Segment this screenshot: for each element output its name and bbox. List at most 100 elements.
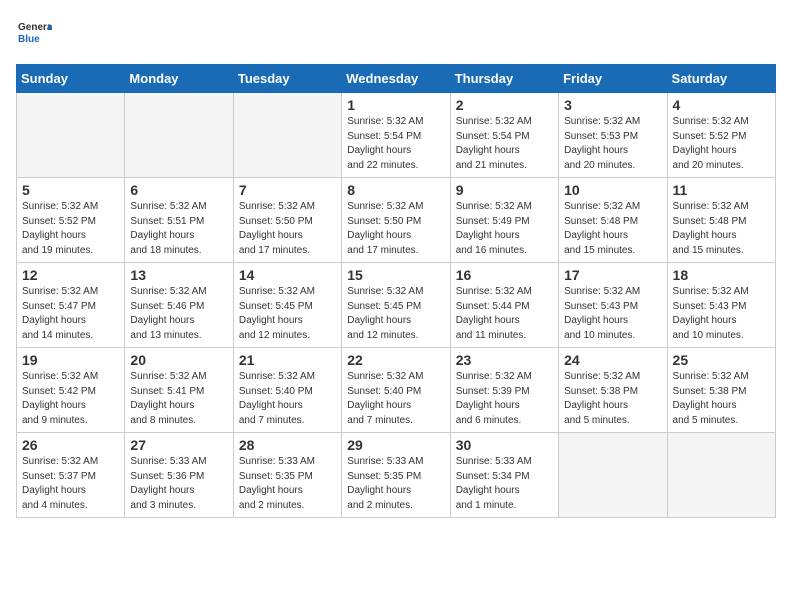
day-info: Sunrise: 5:32 AM Sunset: 5:40 PM Dayligh… (239, 370, 336, 428)
day-number: 14 (239, 267, 336, 283)
calendar-cell: 8 Sunrise: 5:32 AM Sunset: 5:50 PM Dayli… (342, 178, 450, 263)
calendar-cell: 17 Sunrise: 5:32 AM Sunset: 5:43 PM Dayl… (559, 263, 667, 348)
calendar-cell: 5 Sunrise: 5:32 AM Sunset: 5:52 PM Dayli… (17, 178, 125, 263)
calendar-cell: 13 Sunrise: 5:32 AM Sunset: 5:46 PM Dayl… (125, 263, 233, 348)
day-info: Sunrise: 5:32 AM Sunset: 5:47 PM Dayligh… (22, 285, 119, 343)
svg-text:General: General (18, 22, 52, 33)
day-info: Sunrise: 5:32 AM Sunset: 5:38 PM Dayligh… (673, 370, 770, 428)
day-info: Sunrise: 5:33 AM Sunset: 5:35 PM Dayligh… (239, 455, 336, 513)
day-number: 26 (22, 437, 119, 453)
calendar-cell: 28 Sunrise: 5:33 AM Sunset: 5:35 PM Dayl… (233, 433, 341, 518)
day-info: Sunrise: 5:32 AM Sunset: 5:40 PM Dayligh… (347, 370, 444, 428)
day-info: Sunrise: 5:32 AM Sunset: 5:49 PM Dayligh… (456, 200, 553, 258)
day-info: Sunrise: 5:32 AM Sunset: 5:52 PM Dayligh… (673, 115, 770, 173)
day-info: Sunrise: 5:33 AM Sunset: 5:34 PM Dayligh… (456, 455, 553, 513)
calendar-cell: 9 Sunrise: 5:32 AM Sunset: 5:49 PM Dayli… (450, 178, 558, 263)
column-header-friday: Friday (559, 65, 667, 93)
calendar-cell: 25 Sunrise: 5:32 AM Sunset: 5:38 PM Dayl… (667, 348, 775, 433)
calendar-cell: 6 Sunrise: 5:32 AM Sunset: 5:51 PM Dayli… (125, 178, 233, 263)
calendar-cell: 21 Sunrise: 5:32 AM Sunset: 5:40 PM Dayl… (233, 348, 341, 433)
calendar-cell: 10 Sunrise: 5:32 AM Sunset: 5:48 PM Dayl… (559, 178, 667, 263)
calendar-cell: 24 Sunrise: 5:32 AM Sunset: 5:38 PM Dayl… (559, 348, 667, 433)
day-info: Sunrise: 5:32 AM Sunset: 5:37 PM Dayligh… (22, 455, 119, 513)
calendar-cell (17, 93, 125, 178)
calendar-cell: 12 Sunrise: 5:32 AM Sunset: 5:47 PM Dayl… (17, 263, 125, 348)
day-number: 15 (347, 267, 444, 283)
day-info: Sunrise: 5:32 AM Sunset: 5:42 PM Dayligh… (22, 370, 119, 428)
day-number: 19 (22, 352, 119, 368)
day-info: Sunrise: 5:32 AM Sunset: 5:43 PM Dayligh… (564, 285, 661, 343)
calendar-cell: 4 Sunrise: 5:32 AM Sunset: 5:52 PM Dayli… (667, 93, 775, 178)
day-number: 23 (456, 352, 553, 368)
day-info: Sunrise: 5:32 AM Sunset: 5:52 PM Dayligh… (22, 200, 119, 258)
day-number: 12 (22, 267, 119, 283)
column-header-tuesday: Tuesday (233, 65, 341, 93)
day-info: Sunrise: 5:32 AM Sunset: 5:50 PM Dayligh… (239, 200, 336, 258)
calendar-week-row: 19 Sunrise: 5:32 AM Sunset: 5:42 PM Dayl… (17, 348, 776, 433)
calendar-cell: 23 Sunrise: 5:32 AM Sunset: 5:39 PM Dayl… (450, 348, 558, 433)
calendar-cell: 1 Sunrise: 5:32 AM Sunset: 5:54 PM Dayli… (342, 93, 450, 178)
calendar-week-row: 26 Sunrise: 5:32 AM Sunset: 5:37 PM Dayl… (17, 433, 776, 518)
day-number: 20 (130, 352, 227, 368)
day-number: 18 (673, 267, 770, 283)
calendar-cell: 18 Sunrise: 5:32 AM Sunset: 5:43 PM Dayl… (667, 263, 775, 348)
logo-svg: General Blue (16, 16, 52, 52)
calendar-cell: 29 Sunrise: 5:33 AM Sunset: 5:35 PM Dayl… (342, 433, 450, 518)
column-header-wednesday: Wednesday (342, 65, 450, 93)
day-number: 10 (564, 182, 661, 198)
day-info: Sunrise: 5:33 AM Sunset: 5:36 PM Dayligh… (130, 455, 227, 513)
day-info: Sunrise: 5:32 AM Sunset: 5:48 PM Dayligh… (673, 200, 770, 258)
day-number: 6 (130, 182, 227, 198)
day-number: 29 (347, 437, 444, 453)
day-info: Sunrise: 5:32 AM Sunset: 5:44 PM Dayligh… (456, 285, 553, 343)
day-number: 24 (564, 352, 661, 368)
calendar-cell: 3 Sunrise: 5:32 AM Sunset: 5:53 PM Dayli… (559, 93, 667, 178)
calendar-cell (125, 93, 233, 178)
day-info: Sunrise: 5:32 AM Sunset: 5:43 PM Dayligh… (673, 285, 770, 343)
day-number: 25 (673, 352, 770, 368)
column-header-sunday: Sunday (17, 65, 125, 93)
day-number: 9 (456, 182, 553, 198)
day-info: Sunrise: 5:32 AM Sunset: 5:38 PM Dayligh… (564, 370, 661, 428)
day-number: 4 (673, 97, 770, 113)
logo: General Blue (16, 16, 52, 52)
day-number: 1 (347, 97, 444, 113)
calendar-header-row: SundayMondayTuesdayWednesdayThursdayFrid… (17, 65, 776, 93)
day-info: Sunrise: 5:32 AM Sunset: 5:45 PM Dayligh… (239, 285, 336, 343)
calendar-cell: 7 Sunrise: 5:32 AM Sunset: 5:50 PM Dayli… (233, 178, 341, 263)
column-header-thursday: Thursday (450, 65, 558, 93)
day-number: 27 (130, 437, 227, 453)
day-number: 21 (239, 352, 336, 368)
day-info: Sunrise: 5:32 AM Sunset: 5:45 PM Dayligh… (347, 285, 444, 343)
day-number: 5 (22, 182, 119, 198)
day-number: 13 (130, 267, 227, 283)
calendar-table: SundayMondayTuesdayWednesdayThursdayFrid… (16, 64, 776, 518)
day-number: 3 (564, 97, 661, 113)
calendar-week-row: 1 Sunrise: 5:32 AM Sunset: 5:54 PM Dayli… (17, 93, 776, 178)
day-number: 17 (564, 267, 661, 283)
calendar-cell: 30 Sunrise: 5:33 AM Sunset: 5:34 PM Dayl… (450, 433, 558, 518)
calendar-cell: 14 Sunrise: 5:32 AM Sunset: 5:45 PM Dayl… (233, 263, 341, 348)
day-info: Sunrise: 5:32 AM Sunset: 5:39 PM Dayligh… (456, 370, 553, 428)
day-info: Sunrise: 5:32 AM Sunset: 5:54 PM Dayligh… (347, 115, 444, 173)
day-info: Sunrise: 5:33 AM Sunset: 5:35 PM Dayligh… (347, 455, 444, 513)
calendar-cell (233, 93, 341, 178)
day-number: 11 (673, 182, 770, 198)
calendar-cell: 15 Sunrise: 5:32 AM Sunset: 5:45 PM Dayl… (342, 263, 450, 348)
column-header-monday: Monday (125, 65, 233, 93)
calendar-cell: 20 Sunrise: 5:32 AM Sunset: 5:41 PM Dayl… (125, 348, 233, 433)
calendar-cell: 27 Sunrise: 5:33 AM Sunset: 5:36 PM Dayl… (125, 433, 233, 518)
page-header: General Blue (16, 16, 776, 52)
day-number: 8 (347, 182, 444, 198)
day-number: 16 (456, 267, 553, 283)
calendar-cell: 16 Sunrise: 5:32 AM Sunset: 5:44 PM Dayl… (450, 263, 558, 348)
calendar-cell: 2 Sunrise: 5:32 AM Sunset: 5:54 PM Dayli… (450, 93, 558, 178)
day-info: Sunrise: 5:32 AM Sunset: 5:53 PM Dayligh… (564, 115, 661, 173)
calendar-cell: 11 Sunrise: 5:32 AM Sunset: 5:48 PM Dayl… (667, 178, 775, 263)
calendar-cell: 26 Sunrise: 5:32 AM Sunset: 5:37 PM Dayl… (17, 433, 125, 518)
day-number: 2 (456, 97, 553, 113)
day-info: Sunrise: 5:32 AM Sunset: 5:51 PM Dayligh… (130, 200, 227, 258)
calendar-cell (559, 433, 667, 518)
day-info: Sunrise: 5:32 AM Sunset: 5:50 PM Dayligh… (347, 200, 444, 258)
day-info: Sunrise: 5:32 AM Sunset: 5:46 PM Dayligh… (130, 285, 227, 343)
